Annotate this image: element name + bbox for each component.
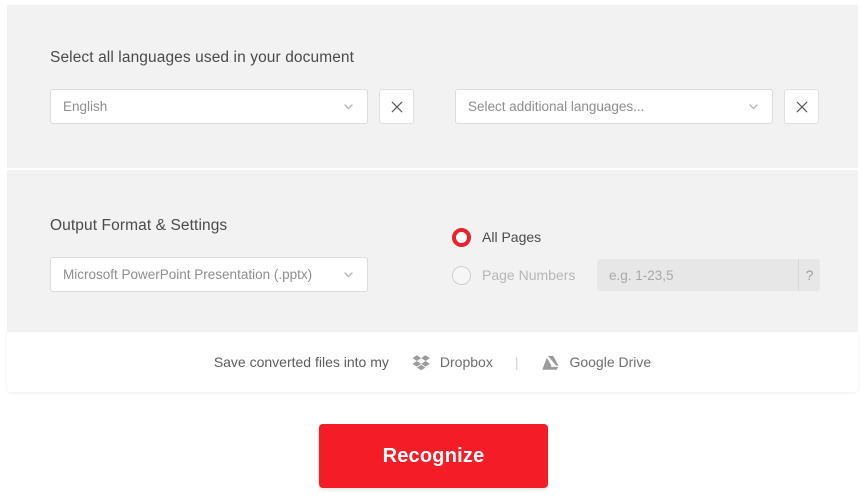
radio-page-numbers-label: Page Numbers bbox=[482, 267, 576, 283]
radio-page-numbers-indicator[interactable] bbox=[452, 265, 471, 285]
output-format-value: Microsoft PowerPoint Presentation (.pptx… bbox=[63, 267, 313, 282]
dropbox-link[interactable]: Dropbox bbox=[412, 353, 493, 372]
radio-all-pages-indicator[interactable] bbox=[452, 227, 471, 247]
chevron-down-icon bbox=[342, 100, 355, 113]
close-icon bbox=[389, 99, 405, 115]
primary-language-select[interactable]: English bbox=[50, 89, 368, 124]
google-drive-label: Google Drive bbox=[569, 354, 652, 370]
radio-option-page-numbers[interactable]: Page Numbers bbox=[452, 262, 575, 288]
page-numbers-input[interactable] bbox=[597, 259, 798, 291]
ocr-settings-page: Select all languages used in your docume… bbox=[0, 0, 865, 502]
languages-panel bbox=[7, 5, 858, 168]
dropbox-icon bbox=[412, 353, 431, 372]
additional-languages-value: Select additional languages... bbox=[468, 99, 645, 114]
google-drive-icon bbox=[541, 353, 560, 372]
google-drive-link[interactable]: Google Drive bbox=[541, 353, 651, 372]
cloud-options-separator: | bbox=[514, 354, 519, 370]
close-icon bbox=[794, 99, 810, 115]
remove-additional-language-button[interactable] bbox=[784, 89, 819, 124]
dropbox-label: Dropbox bbox=[439, 354, 493, 370]
additional-languages-select[interactable]: Select additional languages... bbox=[455, 89, 773, 124]
primary-language-value: English bbox=[63, 99, 108, 114]
output-format-select[interactable]: Microsoft PowerPoint Presentation (.pptx… bbox=[50, 257, 368, 292]
radio-all-pages-label: All Pages bbox=[482, 229, 542, 245]
save-to-cloud-label: Save converted files into my bbox=[213, 354, 389, 370]
output-section-title: Output Format & Settings bbox=[50, 217, 228, 234]
output-settings-panel bbox=[7, 170, 858, 332]
cloud-storage-panel: Save converted files into my Dropbox | G… bbox=[7, 332, 858, 392]
page-numbers-help-button[interactable]: ? bbox=[798, 259, 820, 291]
radio-option-all-pages[interactable]: All Pages bbox=[452, 224, 541, 250]
languages-section-title: Select all languages used in your docume… bbox=[50, 49, 355, 66]
chevron-down-icon bbox=[342, 268, 355, 281]
recognize-button[interactable]: Recognize bbox=[319, 424, 548, 488]
remove-primary-language-button[interactable] bbox=[379, 89, 414, 124]
chevron-down-icon bbox=[747, 100, 760, 113]
page-numbers-field-group: ? bbox=[597, 259, 820, 291]
